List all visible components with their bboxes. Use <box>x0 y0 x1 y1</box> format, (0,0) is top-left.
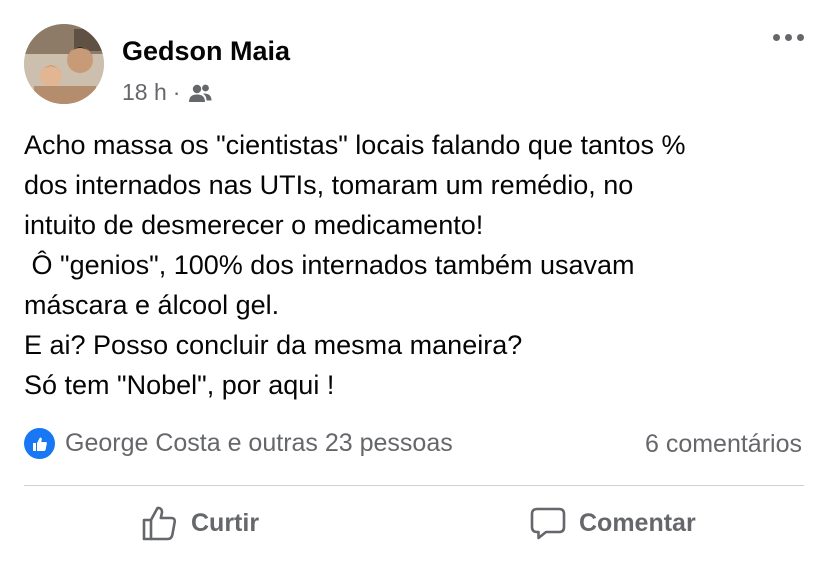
like-button-label: Curtir <box>191 508 260 537</box>
author-avatar[interactable] <box>24 24 104 104</box>
post-text: Acho massa os "cientistas" locais faland… <box>24 125 814 405</box>
comment-button[interactable]: Comentar <box>529 504 696 542</box>
comment-button-label: Comentar <box>579 508 696 537</box>
reactions-summary[interactable]: George Costa e outras 23 pessoas <box>24 428 453 459</box>
post-meta: 18 h · <box>122 79 212 106</box>
post-text-line: máscara e álcool gel. <box>24 290 280 320</box>
like-button[interactable]: Curtir <box>141 504 259 542</box>
divider <box>24 485 804 486</box>
like-reaction-icon <box>24 428 55 459</box>
separator-dot: · <box>172 79 181 105</box>
more-dot-icon <box>785 34 792 41</box>
avatar-photo <box>24 24 104 104</box>
comment-icon <box>530 507 566 540</box>
post-time[interactable]: 18 h <box>122 79 167 106</box>
post-text-line: Ô "genios", 100% dos internados também u… <box>24 250 635 280</box>
more-options-button[interactable] <box>773 34 804 41</box>
post-text-line: intuito de desmerecer o medicamento! <box>24 210 484 240</box>
more-dot-icon <box>773 34 780 41</box>
post-text-line: Acho massa os "cientistas" locais faland… <box>24 130 686 160</box>
post-text-line: dos internados nas UTIs, tomaram um remé… <box>24 170 634 200</box>
reactions-text: George Costa e outras 23 pessoas <box>65 429 453 457</box>
comments-count[interactable]: 6 comentários <box>645 430 802 459</box>
friends-icon <box>189 84 212 102</box>
author-name[interactable]: Gedson Maia <box>122 36 290 67</box>
thumbs-up-icon <box>142 506 177 541</box>
post-text-line: E ai? Posso concluir da mesma maneira? <box>24 330 523 360</box>
post-text-line: Só tem "Nobel", por aqui ! <box>24 370 335 400</box>
more-dot-icon <box>797 34 804 41</box>
